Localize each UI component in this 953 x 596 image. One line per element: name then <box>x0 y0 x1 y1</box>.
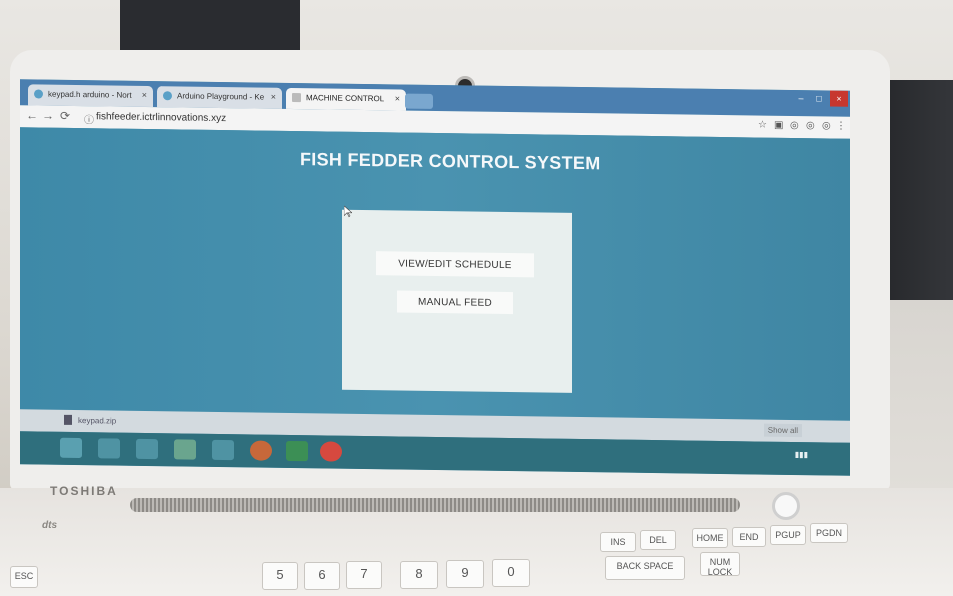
taskbar-app-icon[interactable] <box>286 440 308 462</box>
key-home[interactable]: HOME <box>692 528 728 548</box>
key-pgup[interactable]: PGUP <box>770 525 806 545</box>
key-6[interactable]: 6 <box>304 562 340 590</box>
speaker-grille <box>130 498 740 512</box>
close-icon[interactable]: × <box>142 90 147 100</box>
tab-keypad[interactable]: keypad.h arduino - Nort × <box>28 84 153 108</box>
taskbar-app-icon[interactable] <box>98 438 120 459</box>
manual-feed-button[interactable]: MANUAL FEED <box>397 290 513 315</box>
taskbar-app-icon[interactable] <box>212 439 234 461</box>
taskbar-app-icon[interactable] <box>136 438 158 460</box>
tab-label: keypad.h arduino - Nort <box>48 89 132 100</box>
new-tab-button[interactable] <box>405 93 433 109</box>
laptop-brand-logo: TOSHIBA <box>50 484 118 498</box>
close-icon[interactable]: × <box>395 93 400 103</box>
key-9[interactable]: 9 <box>446 560 484 588</box>
close-window-icon[interactable]: × <box>830 90 848 107</box>
tab-machine-control[interactable]: MACHINE CONTROL × <box>286 87 406 111</box>
power-button[interactable] <box>772 492 800 520</box>
chrome-icon[interactable] <box>320 441 342 462</box>
key-pgdn[interactable]: PGDN <box>810 523 848 543</box>
maximize-icon[interactable]: □ <box>810 90 828 106</box>
firefox-icon[interactable] <box>250 440 272 461</box>
file-icon <box>64 414 72 425</box>
extension-icon[interactable]: ◎ <box>806 120 816 131</box>
mouse-cursor-icon <box>344 205 352 218</box>
minimize-icon[interactable]: – <box>792 90 810 106</box>
page-icon <box>163 91 172 101</box>
info-icon: ⓘ <box>84 115 94 127</box>
star-icon[interactable]: ☆ <box>758 120 768 131</box>
tab-label: MACHINE CONTROL <box>306 93 385 104</box>
laptop-screen: keypad.h arduino - Nort × Arduino Playgr… <box>20 79 850 476</box>
reload-icon[interactable]: ⟳ <box>60 109 70 123</box>
key-num-lock[interactable]: NUM LOCK <box>700 552 740 577</box>
control-panel: VIEW/EDIT SCHEDULE MANUAL FEED <box>342 205 572 393</box>
extension-icon[interactable]: ◎ <box>822 120 832 131</box>
url-text: fishfeeder.ictrlinnovations.xyz <box>96 111 227 125</box>
audio-logo: dts <box>42 520 57 531</box>
key-ins[interactable]: INS <box>600 532 636 552</box>
clock-icon: ▮▮▮ <box>794 450 808 460</box>
view-edit-schedule-button[interactable]: VIEW/EDIT SCHEDULE <box>376 251 534 278</box>
extension-icon[interactable]: ◎ <box>790 120 800 131</box>
extension-icon[interactable]: ▣ <box>774 120 784 131</box>
show-all-button[interactable]: Show all <box>763 423 802 438</box>
page-title: FISH FEDDER CONTROL SYSTEM <box>300 149 601 174</box>
key-7[interactable]: 7 <box>346 561 382 589</box>
key-0[interactable]: 0 <box>492 559 530 587</box>
page-viewport: FISH FEDDER CONTROL SYSTEM VIEW/EDIT SCH… <box>20 127 850 421</box>
key-end[interactable]: END <box>732 527 766 547</box>
page-icon <box>34 89 43 99</box>
close-icon[interactable]: × <box>271 92 276 102</box>
tab-label: Arduino Playground - Ke <box>177 91 265 102</box>
key-esc[interactable]: ESC <box>10 566 38 588</box>
document-icon <box>292 93 301 103</box>
back-arrow-icon[interactable]: ← <box>26 108 38 122</box>
taskbar-app-icon[interactable] <box>174 439 196 460</box>
tab-arduino-playground[interactable]: Arduino Playground - Ke × <box>157 86 282 109</box>
menu-icon[interactable]: ⋮ <box>836 121 846 132</box>
start-icon[interactable] <box>60 437 82 459</box>
key-backspace[interactable]: BACK SPACE <box>605 556 685 580</box>
download-file-name[interactable]: keypad.zip <box>78 416 116 426</box>
key-8[interactable]: 8 <box>400 561 438 589</box>
key-5[interactable]: 5 <box>262 562 298 590</box>
forward-arrow-icon[interactable]: → <box>42 109 54 123</box>
key-del[interactable]: DEL <box>640 530 676 550</box>
